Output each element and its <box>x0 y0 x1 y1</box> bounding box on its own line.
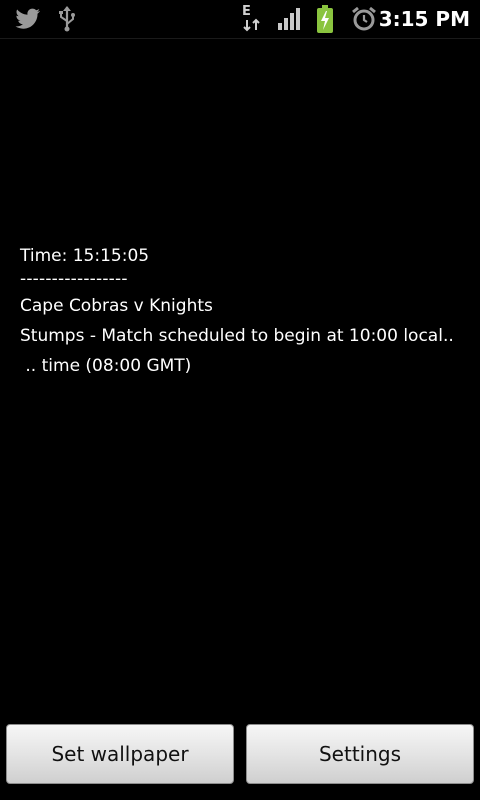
settings-label: Settings <box>318 742 402 766</box>
usb-icon <box>56 5 78 33</box>
signal-icon <box>276 5 304 33</box>
settings-button[interactable]: Settings <box>246 724 474 784</box>
battery-charging-icon <box>314 5 336 33</box>
match-status-line-2: .. time (08:00 GMT) <box>20 356 192 376</box>
match-title: Cape Cobras v Knights <box>20 296 213 316</box>
status-clock: 3:15 PM <box>378 7 470 31</box>
alarm-icon <box>350 5 378 33</box>
set-wallpaper-button[interactable]: Set wallpaper <box>6 724 234 784</box>
time-line: Time: 15:15:05 <box>20 246 150 266</box>
match-status-line-1: Stumps - Match scheduled to begin at 10:… <box>20 326 454 346</box>
network-type-icon: E <box>240 4 266 33</box>
divider-line: ----------------- <box>20 269 128 289</box>
set-wallpaper-label: Set wallpaper <box>51 742 189 766</box>
twitter-icon <box>14 5 42 33</box>
status-bar: E 3:15 PM <box>0 0 480 39</box>
